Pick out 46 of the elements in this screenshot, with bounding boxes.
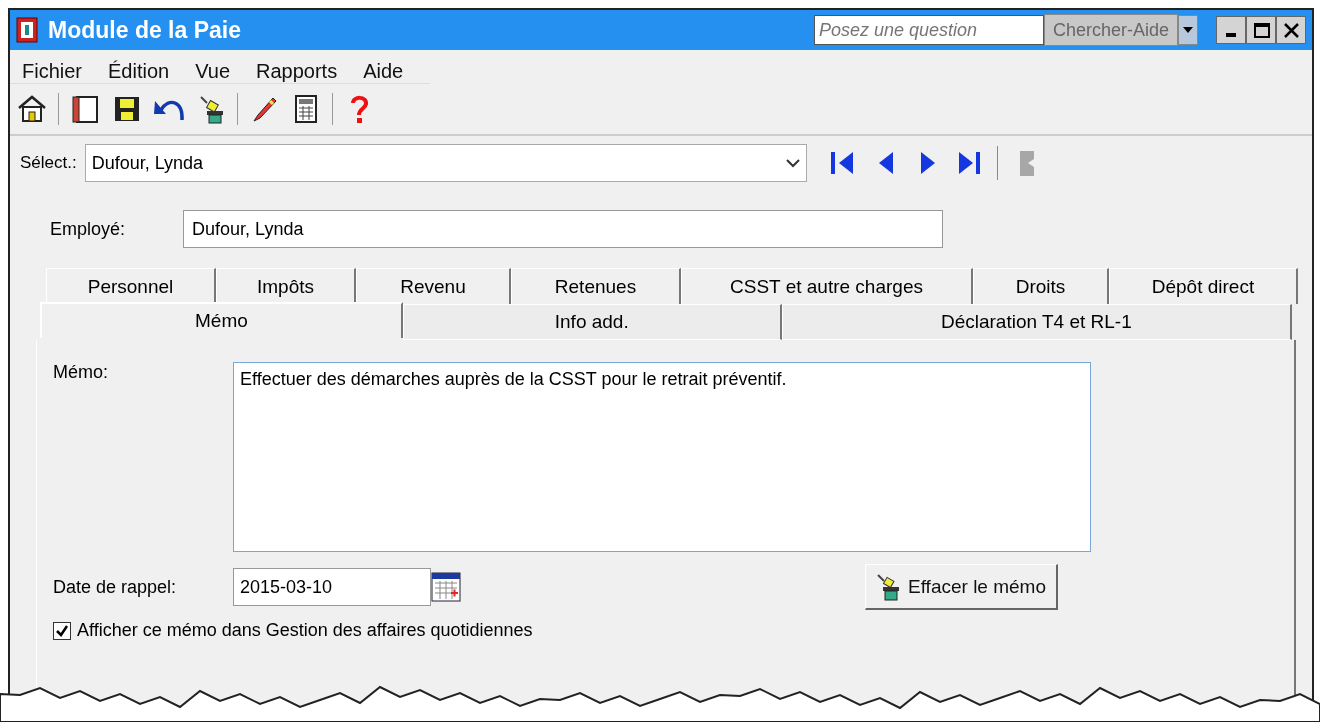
maximize-button[interactable]	[1246, 16, 1276, 44]
notebook-button[interactable]	[69, 93, 101, 125]
caret-icon	[1183, 27, 1193, 33]
calendar-button[interactable]	[431, 572, 461, 602]
employee-field[interactable]: Dufour, Lynda	[183, 210, 944, 248]
menu-item[interactable]: Édition	[108, 60, 170, 83]
select-dropdown[interactable]: Dufour, Lynda	[84, 144, 807, 182]
memo-label: Mémo:	[53, 362, 109, 384]
date-field[interactable]: 2015-03-10	[233, 568, 431, 606]
checkbox-label: Afficher ce mémo dans Gestion des affaires quotidiennes	[77, 620, 533, 641]
memo-field[interactable]: Effectuer des démarches auprès de la CSST pour le retrait préventif.	[233, 362, 1091, 552]
minimize-icon	[1226, 33, 1236, 37]
help-search-button[interactable]: Chercher-Aide	[1043, 14, 1178, 46]
chevron-icon	[785, 158, 800, 168]
employee-label: Employé:	[50, 218, 126, 240]
tab[interactable]: Retenues	[511, 268, 681, 304]
menu-item[interactable]: Vue	[195, 60, 230, 83]
tab[interactable]: Droits	[973, 268, 1109, 304]
close-icon	[1282, 21, 1300, 39]
eraser-icon	[876, 572, 902, 601]
menu-item[interactable]: Rapports	[256, 60, 338, 83]
home-icon	[16, 93, 48, 125]
notebook-icon	[69, 93, 101, 125]
tab[interactable]: Dépôt direct	[1109, 268, 1298, 304]
clear-memo-button[interactable]: Effacer le mémo	[865, 564, 1058, 610]
tab[interactable]: Revenu	[356, 268, 511, 304]
minimize-button[interactable]	[1216, 16, 1246, 44]
tab[interactable]: CSST et autre charges	[681, 268, 973, 304]
reminder-date-label: Date de rappel:	[53, 576, 178, 598]
app-icon	[16, 17, 38, 43]
home-button[interactable]	[16, 93, 48, 125]
select-value: Dufour, Lynda	[91, 152, 204, 174]
maximize-icon	[1252, 21, 1270, 39]
close-button[interactable]	[1276, 16, 1306, 44]
tab[interactable]: Personnel	[46, 268, 216, 304]
checkbox[interactable]	[53, 621, 71, 640]
tab[interactable]: Déclaration T4 et RL-1	[781, 304, 1292, 340]
window-title: Module de la Paie	[48, 16, 242, 44]
tab[interactable]: Mémo	[40, 302, 403, 338]
select-label: Sélect.:	[20, 153, 77, 173]
menu-item[interactable]: Aide	[363, 60, 404, 83]
question-field[interactable]: Posez une question	[813, 15, 1044, 45]
dropdown-button[interactable]	[1178, 15, 1198, 45]
tab[interactable]: Info add.	[402, 304, 782, 340]
tab[interactable]: Impôts	[216, 268, 356, 304]
menu-item[interactable]: Fichier	[22, 60, 82, 83]
